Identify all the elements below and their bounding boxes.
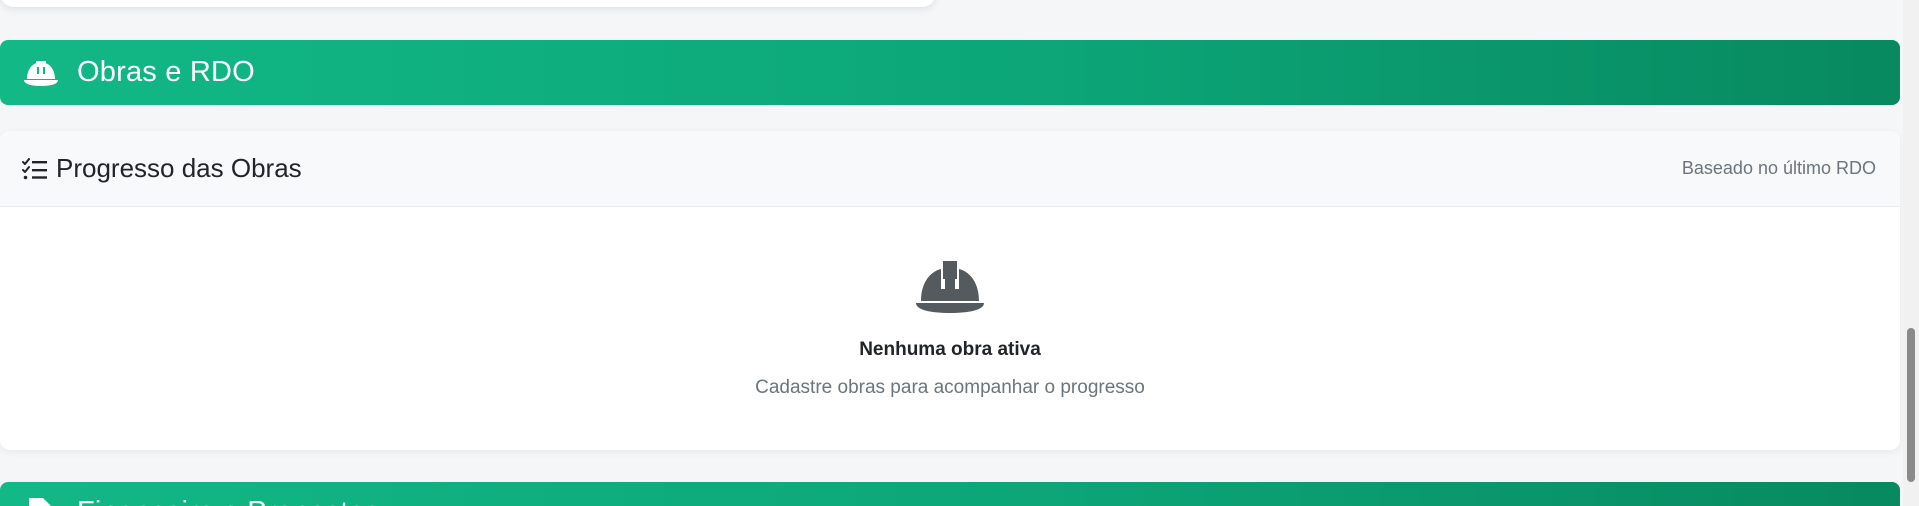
empty-state: Nenhuma obra ativa Cadastre obras para a… — [0, 259, 1900, 399]
section-title: Financeiro e Propostas — [77, 496, 380, 506]
progress-card: Progresso das Obras Baseado no último RD… — [0, 131, 1900, 450]
list-check-icon — [22, 157, 47, 179]
hard-hat-icon — [24, 60, 58, 86]
hard-hat-icon — [916, 261, 984, 313]
card-header: Progresso das Obras Baseado no último RD… — [0, 131, 1900, 207]
file-icon — [29, 498, 51, 506]
obras-section-header: Obras e RDO — [0, 40, 1900, 105]
empty-state-message: Cadastre obras para acompanhar o progres… — [755, 377, 1145, 398]
card-header-left: Progresso das Obras — [22, 153, 302, 184]
empty-state-title: Nenhuma obra ativa — [859, 339, 1041, 360]
page-scrollbar[interactable] — [1903, 0, 1919, 506]
page: Obras e RDO Progresso das Obras Baseado … — [0, 0, 1919, 506]
card-subtitle: Baseado no último RDO — [1681, 158, 1876, 178]
card-title: Progresso das Obras — [56, 153, 302, 183]
previous-card-bottom — [0, 0, 936, 7]
financeiro-section-header: Financeiro e Propostas — [0, 482, 1900, 506]
scrollbar-thumb[interactable] — [1907, 328, 1915, 482]
section-title: Obras e RDO — [77, 56, 255, 88]
